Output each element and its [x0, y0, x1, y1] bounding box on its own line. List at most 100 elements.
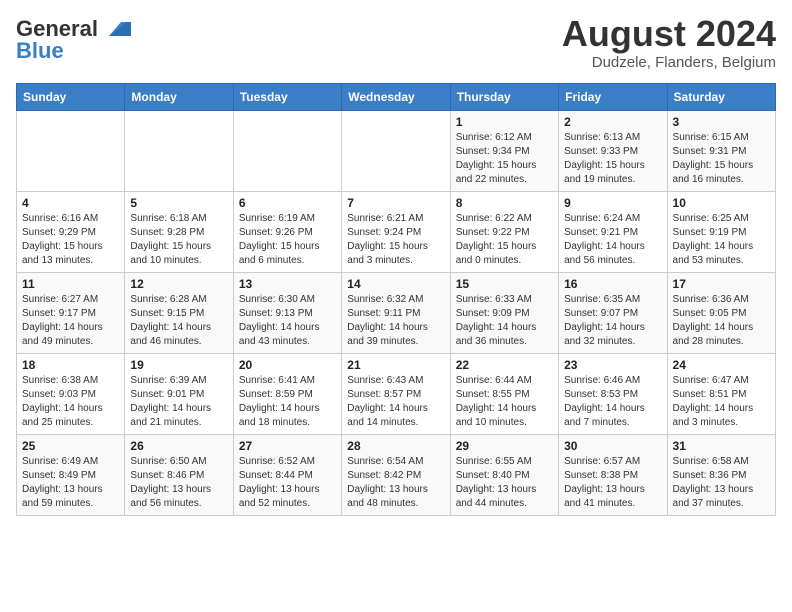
day-info: Sunrise: 6:47 AM Sunset: 8:51 PM Dayligh… [673, 374, 770, 430]
calendar-week-row: 18 Sunrise: 6:38 AM Sunset: 9:03 PM Dayli… [17, 354, 776, 435]
calendar-cell: 4 Sunrise: 6:16 AM Sunset: 9:29 PM Daylig… [17, 192, 125, 273]
day-info: Sunrise: 6:41 AM Sunset: 8:59 PM Dayligh… [239, 374, 336, 430]
day-info: Sunrise: 6:32 AM Sunset: 9:11 PM Dayligh… [347, 293, 444, 349]
calendar-cell [125, 111, 233, 192]
day-number: 28 [347, 439, 444, 453]
calendar-cell: 12 Sunrise: 6:28 AM Sunset: 9:15 PM Dayli… [125, 273, 233, 354]
calendar-cell: 18 Sunrise: 6:38 AM Sunset: 9:03 PM Dayli… [17, 354, 125, 435]
calendar-cell: 28 Sunrise: 6:54 AM Sunset: 8:42 PM Dayli… [342, 435, 450, 516]
day-number: 27 [239, 439, 336, 453]
day-info: Sunrise: 6:58 AM Sunset: 8:36 PM Dayligh… [673, 455, 770, 511]
calendar-cell [233, 111, 341, 192]
day-info: Sunrise: 6:46 AM Sunset: 8:53 PM Dayligh… [564, 374, 661, 430]
day-number: 17 [673, 277, 770, 291]
calendar-cell: 11Sunrise: 6:27 AM Sunset: 9:17 PM Dayli… [17, 273, 125, 354]
calendar-cell: 9 Sunrise: 6:24 AM Sunset: 9:21 PM Daylig… [559, 192, 667, 273]
day-info: Sunrise: 6:35 AM Sunset: 9:07 PM Dayligh… [564, 293, 661, 349]
day-number: 9 [564, 196, 661, 210]
calendar-table: SundayMondayTuesdayWednesdayThursdayFrid… [16, 83, 776, 516]
day-number: 16 [564, 277, 661, 291]
calendar-cell: 20 Sunrise: 6:41 AM Sunset: 8:59 PM Dayli… [233, 354, 341, 435]
title-block: August 2024 Dudzele, Flanders, Belgium [562, 16, 776, 71]
day-number: 29 [456, 439, 553, 453]
day-info: Sunrise: 6:18 AM Sunset: 9:28 PM Dayligh… [130, 212, 227, 268]
day-info: Sunrise: 6:13 AM Sunset: 9:33 PM Dayligh… [564, 131, 661, 187]
calendar-cell: 22Sunrise: 6:44 AM Sunset: 8:55 PM Dayli… [450, 354, 558, 435]
day-info: Sunrise: 6:38 AM Sunset: 9:03 PM Dayligh… [22, 374, 119, 430]
day-number: 12 [130, 277, 227, 291]
calendar-cell: 19 Sunrise: 6:39 AM Sunset: 9:01 PM Dayli… [125, 354, 233, 435]
day-info: Sunrise: 6:12 AM Sunset: 9:34 PM Dayligh… [456, 131, 553, 187]
day-info: Sunrise: 6:52 AM Sunset: 8:44 PM Dayligh… [239, 455, 336, 511]
day-info: Sunrise: 6:16 AM Sunset: 9:29 PM Dayligh… [22, 212, 119, 268]
calendar-cell: 8Sunrise: 6:22 AM Sunset: 9:22 PM Daylig… [450, 192, 558, 273]
calendar-cell: 2 Sunrise: 6:13 AM Sunset: 9:33 PM Daylig… [559, 111, 667, 192]
day-info: Sunrise: 6:50 AM Sunset: 8:46 PM Dayligh… [130, 455, 227, 511]
day-info: Sunrise: 6:22 AM Sunset: 9:22 PM Dayligh… [456, 212, 553, 268]
day-number: 31 [673, 439, 770, 453]
calendar-header-row: SundayMondayTuesdayWednesdayThursdayFrid… [17, 84, 776, 111]
weekday-header-monday: Monday [125, 84, 233, 111]
day-info: Sunrise: 6:19 AM Sunset: 9:26 PM Dayligh… [239, 212, 336, 268]
weekday-header-wednesday: Wednesday [342, 84, 450, 111]
day-info: Sunrise: 6:55 AM Sunset: 8:40 PM Dayligh… [456, 455, 553, 511]
day-number: 5 [130, 196, 227, 210]
calendar-week-row: 11Sunrise: 6:27 AM Sunset: 9:17 PM Dayli… [17, 273, 776, 354]
calendar-cell: 29 Sunrise: 6:55 AM Sunset: 8:40 PM Dayli… [450, 435, 558, 516]
calendar-week-row: 4 Sunrise: 6:16 AM Sunset: 9:29 PM Daylig… [17, 192, 776, 273]
day-info: Sunrise: 6:15 AM Sunset: 9:31 PM Dayligh… [673, 131, 770, 187]
day-number: 13 [239, 277, 336, 291]
calendar-cell: 31 Sunrise: 6:58 AM Sunset: 8:36 PM Dayli… [667, 435, 775, 516]
calendar-cell: 14 Sunrise: 6:32 AM Sunset: 9:11 PM Dayli… [342, 273, 450, 354]
calendar-cell: 3 Sunrise: 6:15 AM Sunset: 9:31 PM Daylig… [667, 111, 775, 192]
day-number: 21 [347, 358, 444, 372]
day-info: Sunrise: 6:33 AM Sunset: 9:09 PM Dayligh… [456, 293, 553, 349]
calendar-cell: 16 Sunrise: 6:35 AM Sunset: 9:07 PM Dayli… [559, 273, 667, 354]
page-header: General Blue August 2024 Dudzele, Flande… [16, 16, 776, 71]
day-info: Sunrise: 6:36 AM Sunset: 9:05 PM Dayligh… [673, 293, 770, 349]
weekday-header-tuesday: Tuesday [233, 84, 341, 111]
day-number: 4 [22, 196, 119, 210]
calendar-cell: 27 Sunrise: 6:52 AM Sunset: 8:44 PM Dayli… [233, 435, 341, 516]
day-number: 10 [673, 196, 770, 210]
logo: General Blue [16, 16, 131, 64]
calendar-cell: 30 Sunrise: 6:57 AM Sunset: 8:38 PM Dayli… [559, 435, 667, 516]
calendar-week-row: 1Sunrise: 6:12 AM Sunset: 9:34 PM Daylig… [17, 111, 776, 192]
day-number: 3 [673, 115, 770, 129]
day-info: Sunrise: 6:30 AM Sunset: 9:13 PM Dayligh… [239, 293, 336, 349]
day-number: 25 [22, 439, 119, 453]
day-number: 30 [564, 439, 661, 453]
calendar-cell: 26Sunrise: 6:50 AM Sunset: 8:46 PM Dayli… [125, 435, 233, 516]
day-number: 11 [22, 277, 119, 291]
day-number: 14 [347, 277, 444, 291]
day-info: Sunrise: 6:43 AM Sunset: 8:57 PM Dayligh… [347, 374, 444, 430]
day-number: 19 [130, 358, 227, 372]
day-number: 2 [564, 115, 661, 129]
weekday-header-sunday: Sunday [17, 84, 125, 111]
day-info: Sunrise: 6:57 AM Sunset: 8:38 PM Dayligh… [564, 455, 661, 511]
logo-icon [99, 18, 131, 40]
day-number: 6 [239, 196, 336, 210]
day-number: 15 [456, 277, 553, 291]
calendar-week-row: 25Sunrise: 6:49 AM Sunset: 8:49 PM Dayli… [17, 435, 776, 516]
location-subtitle: Dudzele, Flanders, Belgium [562, 54, 776, 71]
calendar-cell: 25Sunrise: 6:49 AM Sunset: 8:49 PM Dayli… [17, 435, 125, 516]
day-info: Sunrise: 6:39 AM Sunset: 9:01 PM Dayligh… [130, 374, 227, 430]
day-number: 24 [673, 358, 770, 372]
calendar-cell [17, 111, 125, 192]
day-number: 23 [564, 358, 661, 372]
calendar-cell: 17 Sunrise: 6:36 AM Sunset: 9:05 PM Dayli… [667, 273, 775, 354]
calendar-cell: 24 Sunrise: 6:47 AM Sunset: 8:51 PM Dayli… [667, 354, 775, 435]
day-info: Sunrise: 6:54 AM Sunset: 8:42 PM Dayligh… [347, 455, 444, 511]
weekday-header-saturday: Saturday [667, 84, 775, 111]
day-number: 18 [22, 358, 119, 372]
calendar-cell: 21 Sunrise: 6:43 AM Sunset: 8:57 PM Dayli… [342, 354, 450, 435]
day-info: Sunrise: 6:28 AM Sunset: 9:15 PM Dayligh… [130, 293, 227, 349]
calendar-cell: 15 Sunrise: 6:33 AM Sunset: 9:09 PM Dayli… [450, 273, 558, 354]
day-info: Sunrise: 6:24 AM Sunset: 9:21 PM Dayligh… [564, 212, 661, 268]
day-number: 22 [456, 358, 553, 372]
calendar-cell: 7Sunrise: 6:21 AM Sunset: 9:24 PM Daylig… [342, 192, 450, 273]
logo-blue: Blue [16, 38, 64, 64]
day-info: Sunrise: 6:21 AM Sunset: 9:24 PM Dayligh… [347, 212, 444, 268]
day-number: 20 [239, 358, 336, 372]
